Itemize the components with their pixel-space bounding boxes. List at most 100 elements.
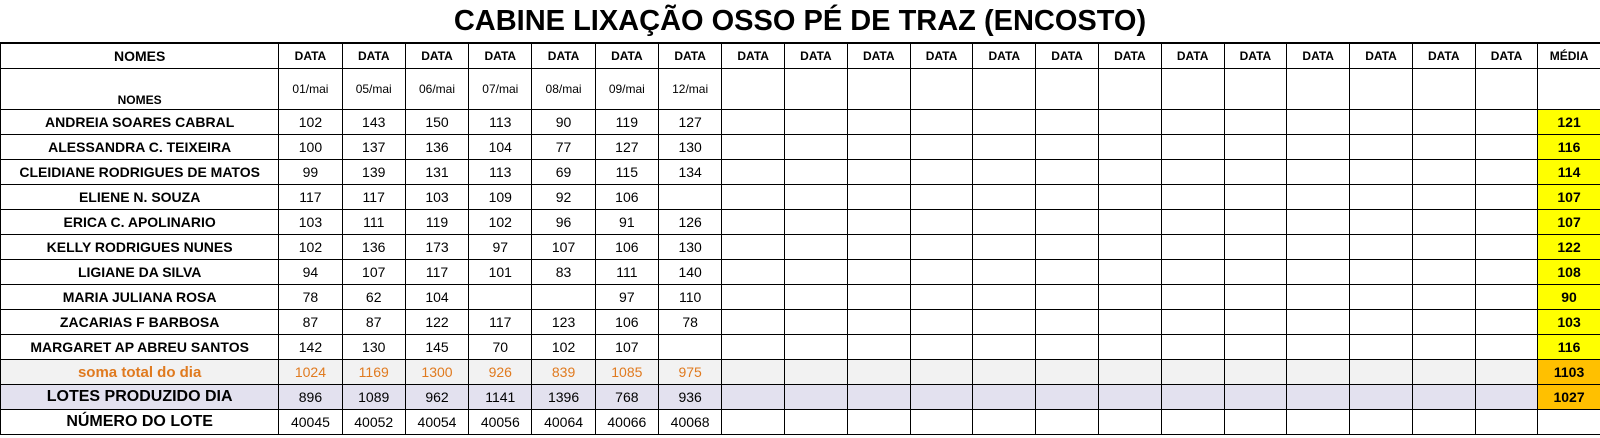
numero-value bbox=[846, 409, 911, 435]
value-cell bbox=[784, 109, 848, 135]
value-cell: 143 bbox=[341, 109, 406, 135]
employee-name: CLEIDIANE RODRIGUES DE MATOS bbox=[0, 159, 280, 185]
lotes-value bbox=[784, 384, 848, 410]
table-row: MARGARET AP ABREU SANTOS 142 130 145 70 102 10… bbox=[0, 334, 1600, 360]
soma-value bbox=[1474, 359, 1539, 385]
value-cell bbox=[972, 109, 1037, 135]
value-cell bbox=[846, 309, 911, 335]
header-date bbox=[1411, 68, 1476, 110]
soma-value bbox=[846, 359, 911, 385]
header-date-label: DATA bbox=[594, 43, 659, 69]
lotes-value bbox=[1349, 384, 1413, 410]
value-cell bbox=[721, 184, 786, 210]
numero-value bbox=[909, 409, 974, 435]
value-cell: 136 bbox=[341, 234, 406, 260]
header-date-label: DATA bbox=[468, 43, 533, 69]
table-row: LIGIANE DA SILVA 94 107 117 101 83 111 140 108 bbox=[0, 259, 1600, 285]
value-cell bbox=[1097, 109, 1162, 135]
value-cell: 91 bbox=[594, 209, 659, 235]
value-cell bbox=[1223, 209, 1288, 235]
value-cell: 107 bbox=[531, 234, 596, 260]
value-cell bbox=[1411, 309, 1476, 335]
lotes-value: 1089 bbox=[341, 384, 406, 410]
value-cell bbox=[1474, 309, 1539, 335]
value-cell bbox=[657, 184, 723, 210]
value-cell: 119 bbox=[404, 209, 470, 235]
value-cell bbox=[1035, 309, 1099, 335]
numero-value: 40045 bbox=[278, 409, 343, 435]
soma-value bbox=[721, 359, 786, 385]
value-cell: 117 bbox=[404, 259, 470, 285]
value-cell bbox=[1097, 134, 1162, 160]
table-row: ANDREIA SOARES CABRAL 102 143 150 113 90 119 12… bbox=[0, 109, 1600, 135]
numero-value: 40066 bbox=[594, 409, 659, 435]
value-cell bbox=[909, 234, 974, 260]
numero-value: 40054 bbox=[404, 409, 470, 435]
date-row: NOMES 01/mai 05/mai 06/mai 07/mai 08/mai 09/ma… bbox=[0, 68, 1600, 110]
value-cell bbox=[1349, 184, 1413, 210]
numero-label: NÚMERO DO LOTE bbox=[0, 409, 280, 435]
header-date: 05/mai bbox=[341, 68, 406, 110]
value-cell bbox=[1097, 309, 1162, 335]
header-date-label: DATA bbox=[1286, 43, 1351, 69]
average-cell: 121 bbox=[1537, 109, 1600, 135]
header-date bbox=[1286, 68, 1351, 110]
value-cell: 104 bbox=[468, 134, 533, 160]
value-cell bbox=[1411, 334, 1476, 360]
value-cell bbox=[721, 259, 786, 285]
header-date-label: DATA bbox=[404, 43, 470, 69]
value-cell: 150 bbox=[404, 109, 470, 135]
numero-value bbox=[784, 409, 848, 435]
value-cell: 136 bbox=[404, 134, 470, 160]
numero-value bbox=[1349, 409, 1413, 435]
value-cell bbox=[721, 234, 786, 260]
header-date bbox=[721, 68, 786, 110]
header-date bbox=[1474, 68, 1539, 110]
value-cell bbox=[721, 134, 786, 160]
value-cell bbox=[1286, 259, 1351, 285]
value-cell bbox=[846, 284, 911, 310]
sheet-title: CABINE LIXAÇÃO OSSO PÉ DE TRAZ (ENCOSTO) bbox=[0, 0, 1600, 43]
average-cell: 116 bbox=[1537, 134, 1600, 160]
value-cell bbox=[1349, 309, 1413, 335]
header-date-label: DATA bbox=[341, 43, 406, 69]
value-cell: 115 bbox=[594, 159, 659, 185]
lotes-value: 962 bbox=[404, 384, 470, 410]
value-cell bbox=[1349, 159, 1413, 185]
value-cell bbox=[1223, 134, 1288, 160]
numero-value: 40064 bbox=[531, 409, 596, 435]
numero-value bbox=[721, 409, 786, 435]
header-date: 08/mai bbox=[531, 68, 596, 110]
value-cell: 130 bbox=[657, 134, 723, 160]
value-cell bbox=[1411, 159, 1476, 185]
average-cell: 116 bbox=[1537, 334, 1600, 360]
value-cell: 83 bbox=[531, 259, 596, 285]
value-cell bbox=[1160, 309, 1225, 335]
soma-value bbox=[1411, 359, 1476, 385]
employee-name: ZACARIAS F BARBOSA bbox=[0, 309, 280, 335]
value-cell bbox=[1160, 159, 1225, 185]
header-date: 09/mai bbox=[594, 68, 659, 110]
soma-value bbox=[1035, 359, 1099, 385]
value-cell bbox=[972, 184, 1037, 210]
value-cell bbox=[1349, 259, 1413, 285]
header-date-label: DATA bbox=[972, 43, 1037, 69]
header-names-2: NOMES bbox=[0, 68, 280, 110]
value-cell bbox=[1097, 284, 1162, 310]
value-cell bbox=[1474, 234, 1539, 260]
average-cell: 103 bbox=[1537, 309, 1600, 335]
value-cell bbox=[531, 284, 596, 310]
value-cell bbox=[909, 184, 974, 210]
value-cell: 70 bbox=[468, 334, 533, 360]
soma-value bbox=[972, 359, 1037, 385]
value-cell bbox=[1035, 259, 1099, 285]
header-date: 06/mai bbox=[404, 68, 470, 110]
value-cell bbox=[1474, 159, 1539, 185]
employee-name: ELIENE N. SOUZA bbox=[0, 184, 280, 210]
header-date-label: DATA bbox=[278, 43, 343, 69]
value-cell bbox=[972, 159, 1037, 185]
value-cell: 87 bbox=[278, 309, 343, 335]
value-cell bbox=[846, 334, 911, 360]
employee-name: LIGIANE DA SILVA bbox=[0, 259, 280, 285]
lotes-value bbox=[972, 384, 1037, 410]
